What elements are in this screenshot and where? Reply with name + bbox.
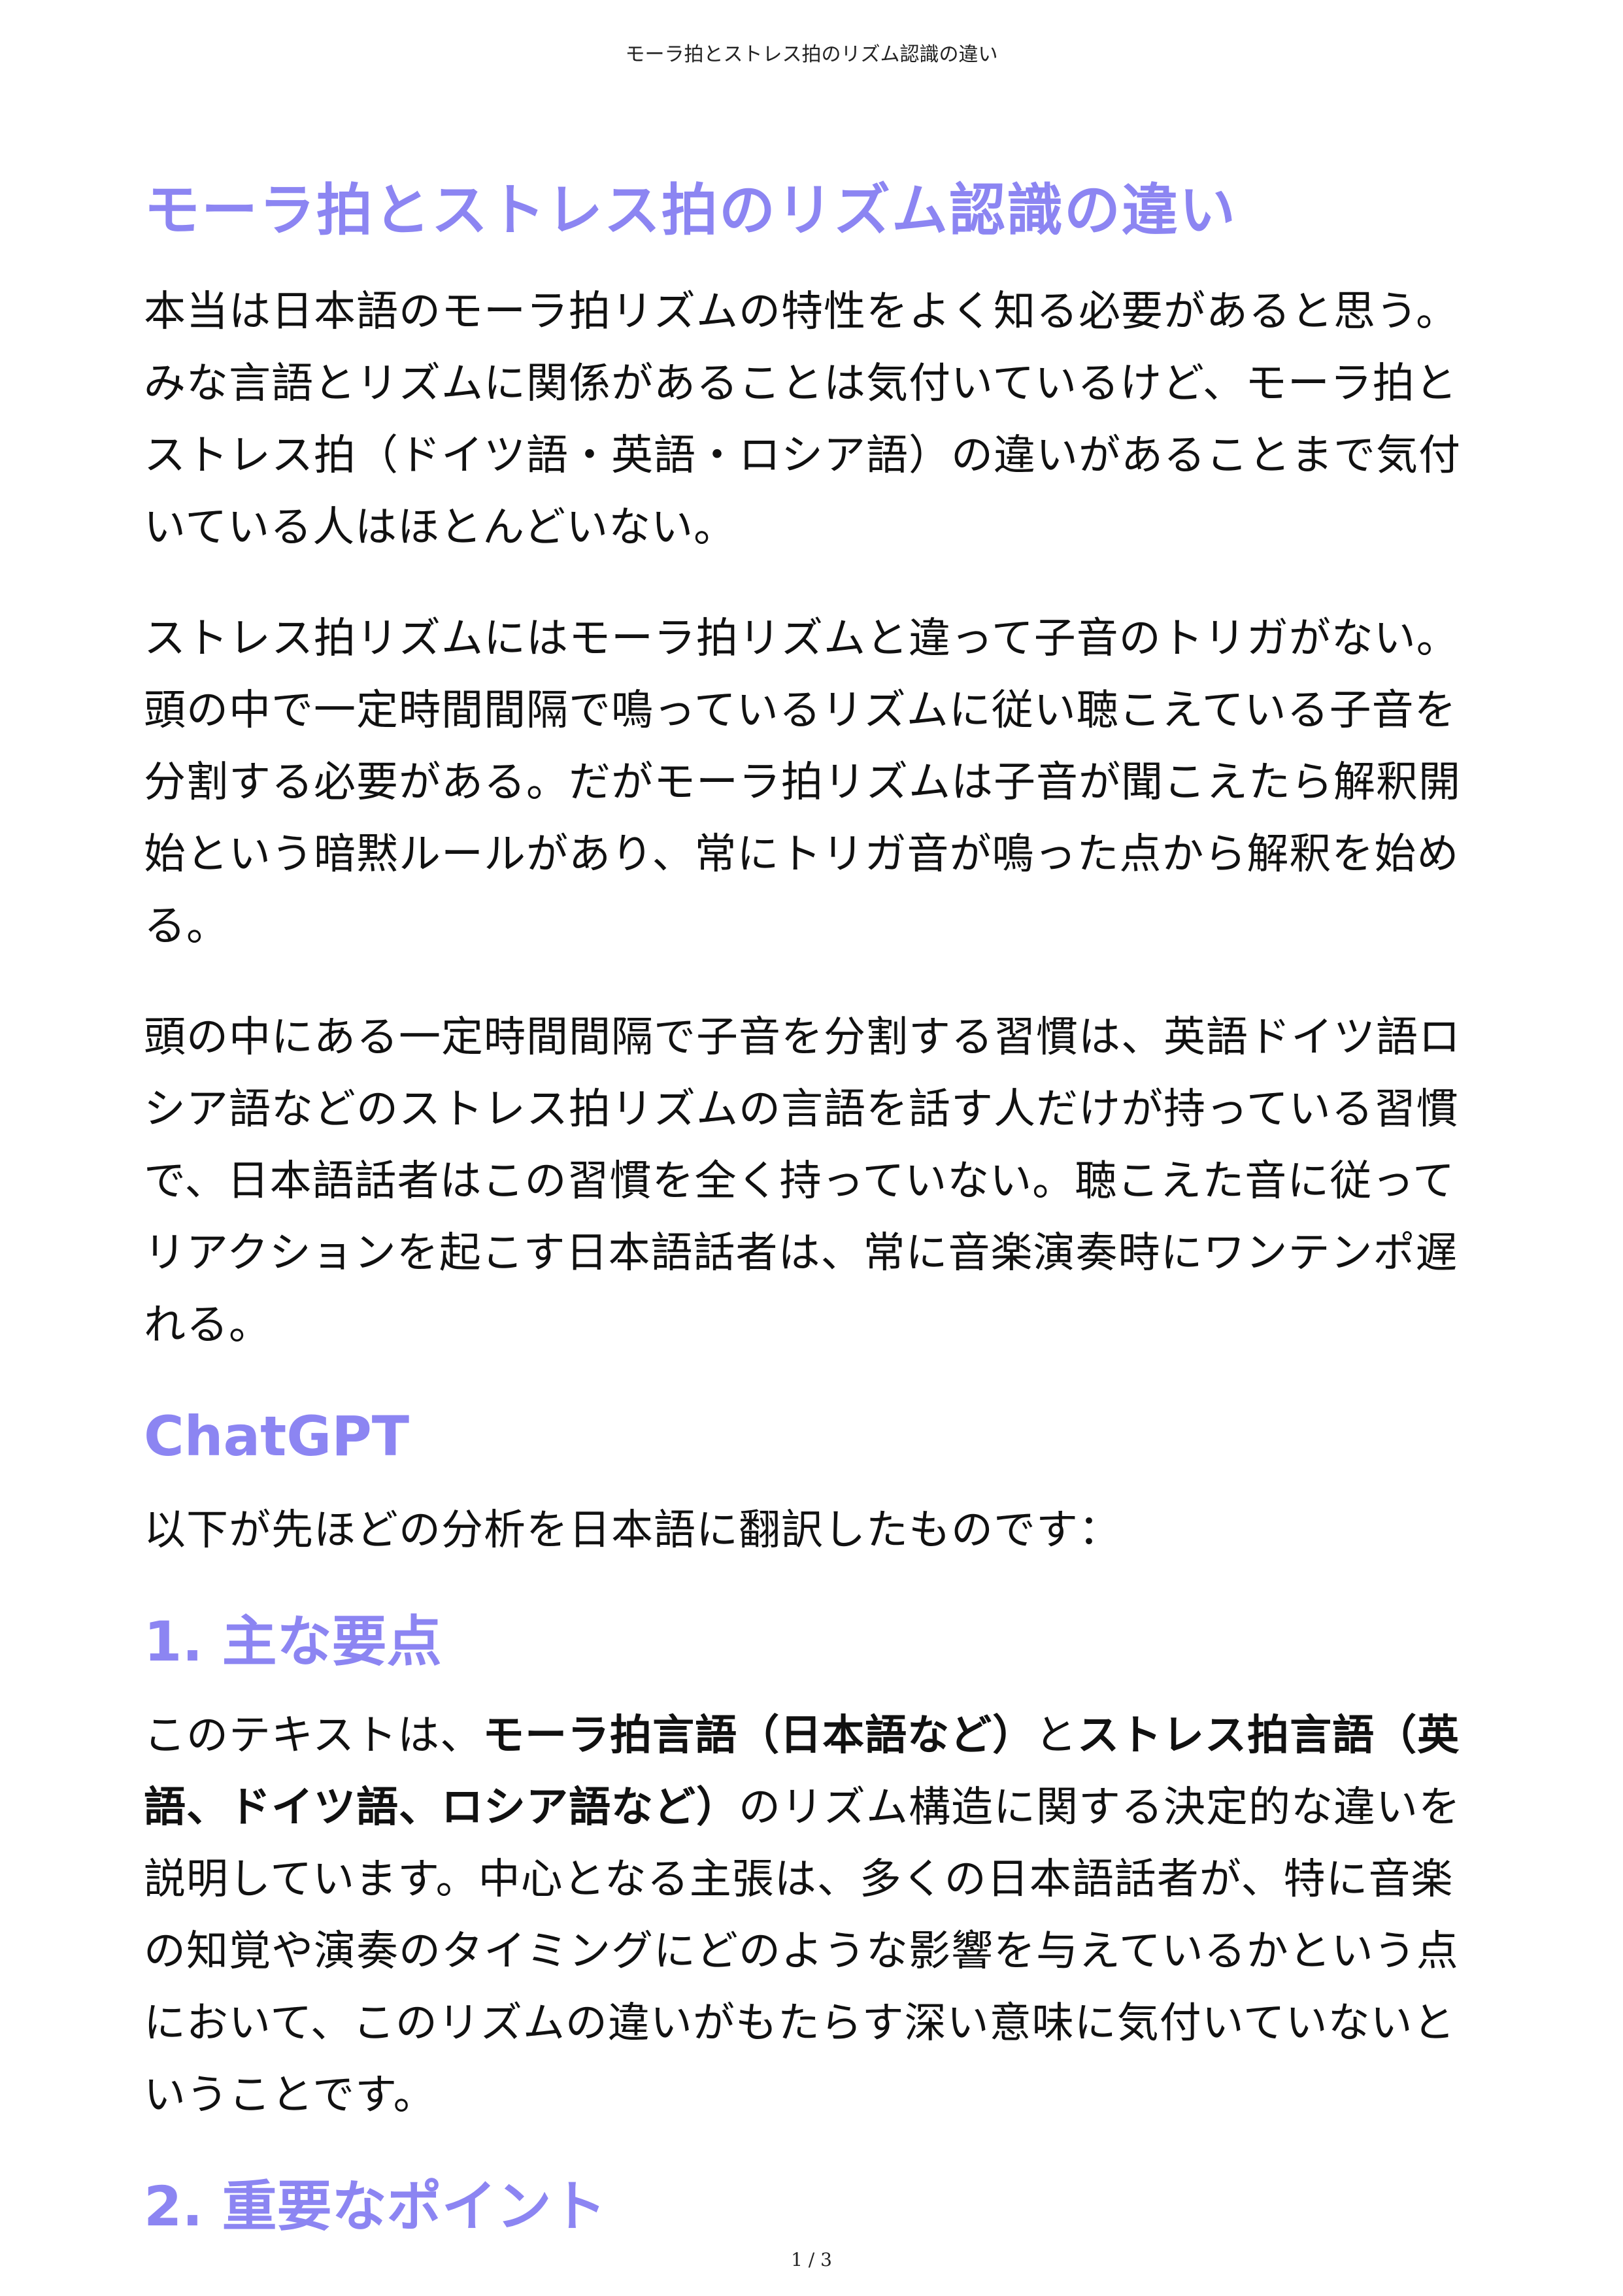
section-1-text-1: このテキストは、 <box>144 1712 483 1760</box>
section-1-text-3: のリズム構造に関する決定的な違いを説明しています。中心となる主張は、多くの日本語… <box>144 1783 1461 2119</box>
section-2-heading: 2. 重要なポイント <box>144 2174 607 2238</box>
page-number: 1 / 3 <box>791 2249 832 2271</box>
paragraph-3: 頭の中にある一定時間間隔で子音を分割する習慣は、英語ドイツ語ロシア語などのストレ… <box>144 1013 1461 1349</box>
section-1-bold-1: モーラ拍言語（日本語など） <box>482 1712 1035 1760</box>
running-header: モーラ拍とストレス拍のリズム認識の違い <box>625 43 998 66</box>
section-1-text-2: と <box>1035 1712 1078 1760</box>
chatgpt-heading: ChatGPT <box>144 1404 410 1468</box>
page-title: モーラ拍とストレス拍のリズム認識の違い <box>144 178 1237 243</box>
paragraph-2: ストレス拍リズムにはモーラ拍リズムと違って子音のトリガがない。頭の中で一定時間間… <box>144 615 1461 951</box>
paragraph-1: 本当は日本語のモーラ拍リズムの特性をよく知る必要があると思う。みな言語とリズムに… <box>144 288 1461 552</box>
chatgpt-intro: 以下が先ほどの分析を日本語に翻訳したものです： <box>144 1506 1121 1555</box>
section-1-paragraph: このテキストは、モーラ拍言語（日本語など）とストレス拍言語（英語、ドイツ語、ロシ… <box>144 1700 1464 2131</box>
section-1-heading: 1. 主な要点 <box>144 1610 442 1674</box>
document-body: モーラ拍とストレス拍のリズム認識の違い 本当は日本語のモーラ拍リズムの特性をよく… <box>144 171 1464 2265</box>
